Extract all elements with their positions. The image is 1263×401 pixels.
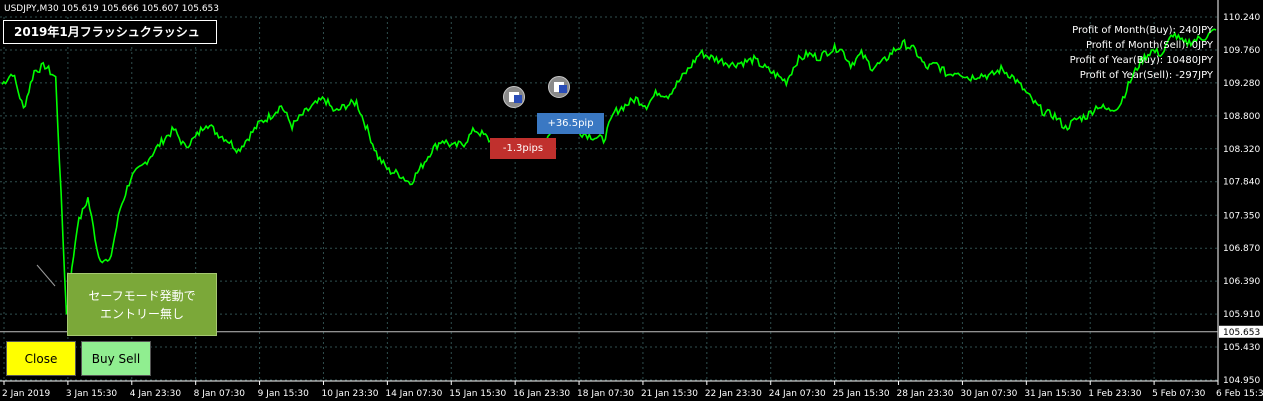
x-tick-label: 22 Jan 23:30 <box>705 389 762 399</box>
y-tick-label: 107.840 <box>1223 178 1260 188</box>
y-tick-label: 106.870 <box>1223 244 1260 254</box>
y-tick-label: 105.910 <box>1223 310 1260 320</box>
x-tick-label: 9 Jan 15:30 <box>258 389 310 399</box>
y-tick-label: 106.390 <box>1223 277 1260 287</box>
x-tick-label: 5 Feb 07:30 <box>1152 389 1206 399</box>
x-tick-label: 18 Jan 07:30 <box>577 389 634 399</box>
safe-mode-note: セーフモード発動で エントリー無し <box>67 273 217 336</box>
safe-mode-line1: セーフモード発動で <box>88 288 196 303</box>
x-tick-label: 2 Jan 2019 <box>2 389 50 399</box>
y-tick-label: 107.350 <box>1223 211 1260 221</box>
y-tick-label: 108.320 <box>1223 145 1260 155</box>
y-tick-label: 109.280 <box>1223 79 1260 89</box>
y-tick-label: 109.760 <box>1223 46 1260 56</box>
x-tick-label: 1 Feb 23:30 <box>1088 389 1142 399</box>
x-tick-label: 25 Jan 15:30 <box>833 389 890 399</box>
y-tick-label: 108.800 <box>1223 112 1260 122</box>
profit-month-buy: Profit of Month(Buy): 240JPY <box>1072 25 1213 36</box>
x-tick-label: 6 Feb 15:30 <box>1216 389 1263 399</box>
symbol-header: USDJPY,M30 105.619 105.666 105.607 105.6… <box>4 4 220 14</box>
profit-panel: Profit of Month(Buy): 240JPY Profit of M… <box>1070 23 1213 83</box>
title-label: 2019年1月フラッシュクラッシュ <box>3 20 217 44</box>
x-tick-label: 14 Jan 07:30 <box>385 389 442 399</box>
y-tick-label: 105.430 <box>1223 343 1260 353</box>
trade-marker-icon[interactable] <box>503 86 525 108</box>
y-tick-label: 104.950 <box>1223 376 1260 386</box>
safe-mode-line2: エントリー無し <box>99 306 184 321</box>
x-tick-label: 30 Jan 07:30 <box>960 389 1017 399</box>
trade-result-gain: +36.5pip <box>537 113 604 134</box>
x-tick-label: 16 Jan 23:30 <box>513 389 570 399</box>
trade-marker-icon[interactable] <box>548 76 570 98</box>
profit-year-buy: Profit of Year(Buy): 10480JPY <box>1069 55 1213 66</box>
x-tick-label: 4 Jan 23:30 <box>130 389 182 399</box>
x-tick-label: 21 Jan 15:30 <box>641 389 698 399</box>
x-tick-label: 24 Jan 07:30 <box>769 389 826 399</box>
close-button[interactable]: Close <box>6 341 76 376</box>
trade-result-loss: -1.3pips <box>490 138 556 159</box>
profit-year-sell: Profit of Year(Sell): -297JPY <box>1079 70 1213 81</box>
x-tick-label: 31 Jan 15:30 <box>1024 389 1081 399</box>
x-tick-label: 15 Jan 15:30 <box>449 389 506 399</box>
x-tick-label: 28 Jan 23:30 <box>897 389 954 399</box>
x-tick-label: 10 Jan 23:30 <box>321 389 378 399</box>
buy-sell-button[interactable]: Buy Sell <box>81 341 151 376</box>
x-tick-label: 3 Jan 15:30 <box>66 389 118 399</box>
profit-month-sell: Profit of Month(Sell): 0JPY <box>1085 40 1213 51</box>
x-tick-label: 8 Jan 07:30 <box>194 389 246 399</box>
current-price-label: 105.653 <box>1223 328 1260 338</box>
y-tick-label: 110.240 <box>1223 13 1260 23</box>
